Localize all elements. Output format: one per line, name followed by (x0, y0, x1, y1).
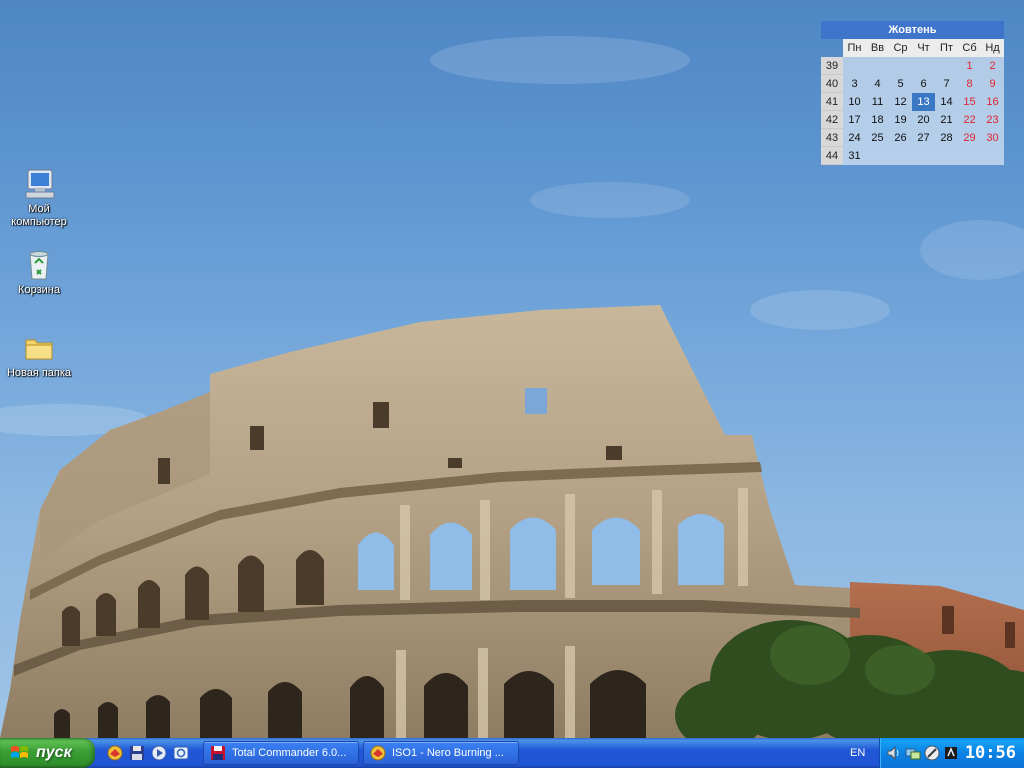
calendar-day[interactable]: 9 (981, 75, 1004, 93)
calendar-week-number: 44 (821, 147, 843, 165)
calendar-day[interactable]: 15 (958, 93, 981, 111)
calendar-weekday-header: Пт (935, 39, 958, 57)
new-folder-shortcut[interactable]: Новая папка (0, 331, 78, 380)
calendar-day[interactable]: 8 (958, 75, 981, 93)
calendar-day[interactable]: 6 (912, 75, 935, 93)
calendar-day[interactable]: 18 (866, 111, 889, 129)
calendar-week-number: 40 (821, 75, 843, 93)
my-computer-label: Мой компьютер (11, 203, 67, 228)
calendar-weekday-header: Чт (912, 39, 935, 57)
calendar-day[interactable]: 10 (843, 93, 866, 111)
speaker-icon[interactable] (886, 745, 902, 761)
daemon-tools-icon[interactable] (924, 745, 940, 761)
recycle-bin-shortcut[interactable]: Корзина (0, 248, 78, 297)
recycle-bin-label: Корзина (18, 284, 60, 296)
calendar-empty-cell (889, 147, 912, 165)
calendar-day[interactable]: 4 (866, 75, 889, 93)
calendar-day[interactable]: 31 (843, 147, 866, 165)
calendar-day[interactable]: 11 (866, 93, 889, 111)
my-computer-shortcut[interactable]: Мой компьютер (0, 167, 78, 229)
calendar-grid: Пн Вв Ср Чт Пт Сб Нд 39 1 2 40 3 4 5 6 7 8 9 41 10 11 12 13 14 1… (821, 39, 1004, 165)
calendar-day[interactable]: 29 (958, 129, 981, 147)
nero-icon[interactable] (107, 745, 123, 761)
calendar-day[interactable]: 22 (958, 111, 981, 129)
calendar-day[interactable]: 25 (866, 129, 889, 147)
task-label: Total Commander 6.0... (232, 747, 347, 759)
calendar-widget: Жовтень Пн Вв Ср Чт Пт Сб Нд 39 1 2 40 3 4 5 6 7 8 9 41 10 1… (821, 21, 1004, 165)
calendar-corner (821, 39, 843, 57)
calendar-day[interactable]: 30 (981, 129, 1004, 147)
calendar-empty-cell (843, 57, 866, 75)
start-label: пуск (36, 744, 72, 761)
calendar-empty-cell (866, 57, 889, 75)
calendar-day[interactable]: 17 (843, 111, 866, 129)
calendar-day[interactable]: 14 (935, 93, 958, 111)
calendar-day[interactable]: 23 (981, 111, 1004, 129)
calendar-day[interactable]: 2 (981, 57, 1004, 75)
task-label: ISO1 - Nero Burning ... (392, 747, 504, 759)
total-commander-icon (211, 746, 225, 760)
calendar-day[interactable]: 27 (912, 129, 935, 147)
calendar-empty-cell (912, 57, 935, 75)
calendar-day[interactable]: 7 (935, 75, 958, 93)
calendar-day[interactable]: 13 (912, 93, 935, 111)
calendar-empty-cell (866, 147, 889, 165)
media-player-icon[interactable] (151, 745, 167, 761)
calendar-day[interactable]: 12 (889, 93, 912, 111)
my-computer-icon (25, 169, 55, 199)
calendar-weekday-header: Нд (981, 39, 1004, 57)
desktop: Мой компьютер Корзина Новая папка Жовтен… (0, 0, 1024, 738)
antivirus-icon[interactable] (943, 745, 959, 761)
calendar-day[interactable]: 3 (843, 75, 866, 93)
taskbar: пуск Total Commander 6.0... ISO1 - Nero … (0, 738, 1024, 768)
calendar-weekday-header: Сб (958, 39, 981, 57)
calendar-day[interactable]: 20 (912, 111, 935, 129)
calendar-empty-cell (935, 57, 958, 75)
network-icon[interactable] (905, 745, 921, 761)
language-indicator[interactable]: EN (850, 738, 865, 768)
task-nero-burning[interactable]: ISO1 - Nero Burning ... (363, 741, 519, 765)
start-button[interactable]: пуск (0, 738, 95, 768)
calendar-month-title: Жовтень (821, 21, 1004, 39)
calendar-day[interactable]: 16 (981, 93, 1004, 111)
calendar-day[interactable]: 28 (935, 129, 958, 147)
calendar-day[interactable]: 26 (889, 129, 912, 147)
calendar-day[interactable]: 1 (958, 57, 981, 75)
folder-icon (25, 339, 53, 360)
nero-icon (370, 745, 386, 761)
system-tray: 10:56 (879, 738, 1024, 768)
calendar-day[interactable]: 19 (889, 111, 912, 129)
calendar-empty-cell (935, 147, 958, 165)
new-folder-label: Новая папка (6, 367, 72, 379)
calendar-day[interactable]: 21 (935, 111, 958, 129)
clock[interactable]: 10:56 (965, 743, 1016, 763)
calendar-week-number: 42 (821, 111, 843, 129)
calendar-empty-cell (912, 147, 935, 165)
calendar-week-number: 43 (821, 129, 843, 147)
calendar-day[interactable]: 24 (843, 129, 866, 147)
outlook-icon[interactable] (173, 745, 189, 761)
calendar-weekday-header: Вв (866, 39, 889, 57)
calendar-empty-cell (958, 147, 981, 165)
calendar-week-number: 39 (821, 57, 843, 75)
calendar-week-number: 41 (821, 93, 843, 111)
task-total-commander[interactable]: Total Commander 6.0... (203, 741, 359, 765)
save-icon[interactable] (129, 745, 145, 761)
calendar-day[interactable]: 5 (889, 75, 912, 93)
calendar-weekday-header: Пн (843, 39, 866, 57)
calendar-empty-cell (889, 57, 912, 75)
calendar-empty-cell (981, 147, 1004, 165)
quick-launch-bar (95, 738, 199, 768)
windows-logo-icon (11, 746, 28, 758)
calendar-weekday-header: Ср (889, 39, 912, 57)
recycle-bin-icon (29, 251, 49, 280)
